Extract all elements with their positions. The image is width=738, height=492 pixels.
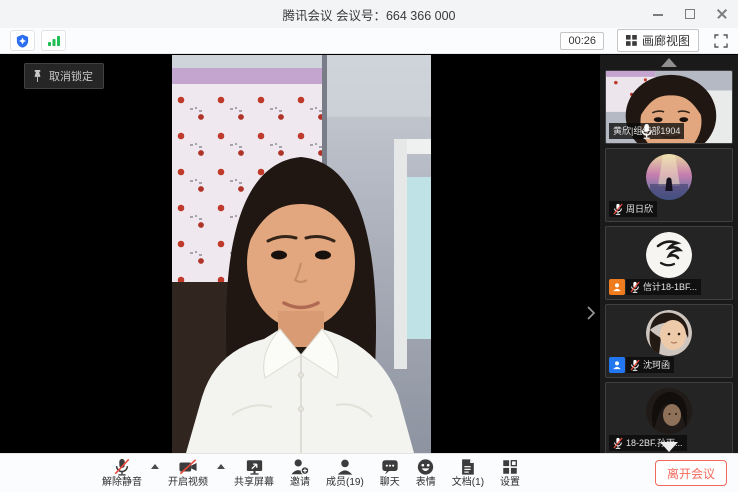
- avatar: [646, 388, 692, 434]
- grid-icon: [626, 35, 637, 46]
- unmute-button[interactable]: 解除静音: [102, 458, 142, 488]
- reactions-label: 表情: [416, 477, 436, 488]
- settings-button[interactable]: 设置: [500, 458, 520, 488]
- chat-icon: [380, 458, 400, 476]
- mic-options-caret-icon[interactable]: [151, 464, 159, 469]
- share-screen-button[interactable]: 共享屏幕: [234, 458, 274, 488]
- fullscreen-icon[interactable]: [714, 34, 728, 48]
- minimize-icon[interactable]: [652, 8, 664, 20]
- titlebar: 腾讯会议 会议号：664 366 000: [0, 0, 738, 28]
- network-signal-icon[interactable]: [41, 30, 66, 51]
- avatar: [646, 310, 692, 356]
- share-screen-icon: [244, 458, 265, 476]
- smiley-icon: [416, 458, 435, 476]
- start-video-label: 开启视频: [168, 477, 208, 488]
- settings-grid-label-container: 文档(1): [452, 477, 484, 488]
- avatar: [646, 232, 692, 278]
- invite-person-icon: [290, 458, 310, 476]
- mic-muted-icon: [613, 437, 623, 449]
- pinned-speaker-video: [172, 55, 431, 453]
- participant-tile[interactable]: 沈珂函: [605, 304, 733, 378]
- settings-grid-icon: [501, 458, 519, 476]
- mic-muted-icon: [630, 281, 640, 293]
- participant-tile[interactable]: 黄欣|组织部1904: [605, 70, 733, 144]
- scroll-down-arrow-icon[interactable]: [660, 442, 678, 452]
- gallery-view-button[interactable]: 画廊视图: [617, 29, 699, 52]
- window-title: 腾讯会议 会议号：664 366 000: [283, 5, 456, 24]
- gallery-view-label: 画廊视图: [642, 32, 690, 49]
- unmute-label: 解除静音: [102, 477, 142, 488]
- cohost-badge-icon: [609, 357, 625, 373]
- members-label: 成员(19): [326, 477, 364, 488]
- chat-button[interactable]: 聊天: [380, 458, 400, 488]
- unpin-button[interactable]: 取消锁定: [24, 63, 104, 89]
- host-badge-icon: [609, 279, 625, 295]
- window-controls: [652, 0, 728, 28]
- participants-sidebar: 黄欣|组织部1904: [600, 55, 738, 453]
- pin-icon: [32, 69, 43, 83]
- participant-tiles: 黄欣|组织部1904: [600, 70, 738, 453]
- docs-button[interactable]: 文档(1): [452, 458, 484, 488]
- document-icon: [459, 458, 476, 476]
- settings-label: 设置: [500, 477, 520, 488]
- mic-muted-icon: [112, 458, 132, 476]
- collapse-sidebar-chevron-icon[interactable]: [585, 301, 597, 325]
- close-icon[interactable]: [716, 8, 728, 20]
- meeting-topbar: 00:26 画廊视图: [0, 28, 738, 54]
- start-video-button[interactable]: 开启视频: [168, 458, 208, 488]
- camera-muted-icon: [177, 458, 199, 476]
- unpin-label: 取消锁定: [49, 68, 93, 84]
- maximize-icon[interactable]: [684, 8, 696, 20]
- video-options-caret-icon[interactable]: [217, 464, 225, 469]
- avatar: [646, 154, 692, 200]
- bottom-toolbar: 解除静音 开启视频 共享屏幕: [0, 453, 738, 492]
- invite-button[interactable]: 邀请: [290, 458, 310, 488]
- mic-on-icon: [609, 123, 684, 139]
- mic-muted-icon: [613, 203, 623, 215]
- members-button[interactable]: 成员(19): [326, 458, 364, 488]
- security-shield-icon[interactable]: [10, 30, 35, 51]
- main-video-stage: 取消锁定: [0, 55, 600, 453]
- participant-name: 信计18-1BF...: [643, 280, 697, 294]
- meeting-timer: 00:26: [560, 32, 604, 50]
- invite-label: 邀请: [290, 477, 310, 488]
- scroll-up-arrow-icon[interactable]: [661, 58, 677, 67]
- participant-tile[interactable]: 信计18-1BF...: [605, 226, 733, 300]
- tencent-meeting-window: 腾讯会议 会议号：664 366 000 00:26: [0, 0, 738, 492]
- chat-label: 聊天: [380, 477, 400, 488]
- participant-tile[interactable]: 周日欣: [605, 148, 733, 222]
- participant-name: 周日欣: [626, 202, 653, 216]
- members-icon: [335, 458, 355, 476]
- mic-muted-icon: [630, 359, 640, 371]
- share-screen-label: 共享屏幕: [234, 477, 274, 488]
- participant-name: 沈珂函: [643, 358, 670, 372]
- reactions-button[interactable]: 表情: [416, 458, 436, 488]
- leave-meeting-button[interactable]: 离开会议: [655, 460, 727, 486]
